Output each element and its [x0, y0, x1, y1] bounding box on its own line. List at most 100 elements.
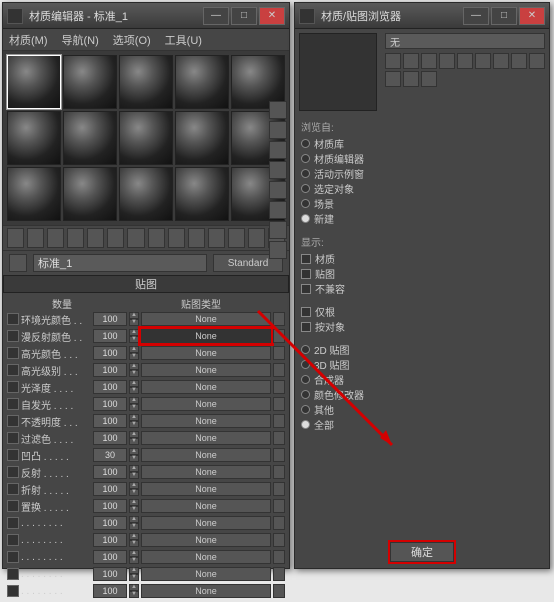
- map-amount-spinner[interactable]: 100: [93, 414, 127, 428]
- material-sample[interactable]: [119, 55, 173, 109]
- spin-down[interactable]: ▼: [129, 370, 139, 377]
- radio-option[interactable]: 活动示例窗: [301, 166, 375, 181]
- map-slot-button[interactable]: None: [141, 346, 271, 360]
- material-name-input[interactable]: [33, 254, 207, 272]
- map-enable-checkbox[interactable]: [7, 534, 19, 546]
- close-button[interactable]: ✕: [519, 7, 545, 25]
- map-enable-checkbox[interactable]: [7, 449, 19, 461]
- map-slot-button[interactable]: None: [141, 448, 271, 462]
- material-sample[interactable]: [119, 167, 173, 221]
- map-slot-button[interactable]: None: [141, 329, 271, 343]
- map-lock-icon[interactable]: [273, 346, 285, 360]
- none-selection[interactable]: 无: [385, 33, 545, 49]
- view-mode-icon[interactable]: [421, 53, 437, 69]
- spin-up[interactable]: ▲: [129, 499, 139, 506]
- map-lock-icon[interactable]: [273, 380, 285, 394]
- map-enable-checkbox[interactable]: [7, 551, 19, 563]
- map-amount-spinner[interactable]: 100: [93, 499, 127, 513]
- toolbar-button[interactable]: [127, 228, 144, 248]
- view-mode-icon[interactable]: [439, 53, 455, 69]
- map-lock-icon[interactable]: [273, 329, 285, 343]
- map-slot-button[interactable]: None: [141, 567, 271, 581]
- view-mode-icon[interactable]: [511, 53, 527, 69]
- spin-down[interactable]: ▼: [129, 404, 139, 411]
- map-slot-button[interactable]: None: [141, 482, 271, 496]
- spin-down[interactable]: ▼: [129, 591, 139, 598]
- toolbar-button[interactable]: [47, 228, 64, 248]
- titlebar[interactable]: 材质编辑器 - 标准_1 ― □ ✕: [3, 3, 289, 29]
- map-lock-icon[interactable]: [273, 499, 285, 513]
- spin-up[interactable]: ▲: [129, 448, 139, 455]
- close-button[interactable]: ✕: [259, 7, 285, 25]
- radio-option[interactable]: 选定对象: [301, 181, 375, 196]
- material-sample[interactable]: [7, 55, 61, 109]
- map-slot-button[interactable]: None: [141, 499, 271, 513]
- spin-up[interactable]: ▲: [129, 329, 139, 336]
- toolbar-button[interactable]: [228, 228, 245, 248]
- map-lock-icon[interactable]: [273, 414, 285, 428]
- toolbar-button[interactable]: [67, 228, 84, 248]
- titlebar[interactable]: 材质/贴图浏览器 ― □ ✕: [295, 3, 549, 29]
- map-amount-spinner[interactable]: 100: [93, 465, 127, 479]
- map-amount-spinner[interactable]: 100: [93, 431, 127, 445]
- maximize-button[interactable]: □: [491, 7, 517, 25]
- material-sample[interactable]: [63, 55, 117, 109]
- map-enable-checkbox[interactable]: [7, 432, 19, 444]
- map-amount-spinner[interactable]: 30: [93, 448, 127, 462]
- menu-item[interactable]: 材质(M): [9, 32, 48, 48]
- toolbar-button[interactable]: [168, 228, 185, 248]
- map-amount-spinner[interactable]: 100: [93, 397, 127, 411]
- spin-up[interactable]: ▲: [129, 312, 139, 319]
- map-slot-button[interactable]: None: [141, 312, 271, 326]
- check-option[interactable]: 材质: [301, 251, 375, 266]
- spin-up[interactable]: ▲: [129, 482, 139, 489]
- view-mode-icon[interactable]: [385, 53, 401, 69]
- map-enable-checkbox[interactable]: [7, 313, 19, 325]
- map-lock-icon[interactable]: [273, 431, 285, 445]
- toolbar-button[interactable]: [148, 228, 165, 248]
- spin-up[interactable]: ▲: [129, 516, 139, 523]
- map-lock-icon[interactable]: [273, 550, 285, 564]
- spin-down[interactable]: ▼: [129, 387, 139, 394]
- map-lock-icon[interactable]: [273, 363, 285, 377]
- map-slot-button[interactable]: None: [141, 397, 271, 411]
- map-lock-icon[interactable]: [273, 584, 285, 598]
- spin-down[interactable]: ▼: [129, 557, 139, 564]
- spin-up[interactable]: ▲: [129, 550, 139, 557]
- map-enable-checkbox[interactable]: [7, 585, 19, 597]
- toolbar-button[interactable]: [27, 228, 44, 248]
- spin-up[interactable]: ▲: [129, 380, 139, 387]
- minimize-button[interactable]: ―: [203, 7, 229, 25]
- spin-down[interactable]: ▼: [129, 574, 139, 581]
- spin-down[interactable]: ▼: [129, 489, 139, 496]
- radio-option[interactable]: 场景: [301, 196, 375, 211]
- spin-down[interactable]: ▼: [129, 421, 139, 428]
- map-amount-spinner[interactable]: 100: [93, 380, 127, 394]
- spin-up[interactable]: ▲: [129, 584, 139, 591]
- spin-down[interactable]: ▼: [129, 438, 139, 445]
- map-enable-checkbox[interactable]: [7, 500, 19, 512]
- map-amount-spinner[interactable]: 100: [93, 516, 127, 530]
- check-option[interactable]: 仅根: [301, 304, 375, 319]
- material-sample[interactable]: [175, 55, 229, 109]
- view-mode-icon[interactable]: [403, 71, 419, 87]
- toolbar-button[interactable]: [208, 228, 225, 248]
- spin-down[interactable]: ▼: [129, 523, 139, 530]
- map-enable-checkbox[interactable]: [7, 364, 19, 376]
- map-enable-checkbox[interactable]: [7, 398, 19, 410]
- check-option[interactable]: 按对象: [301, 319, 375, 334]
- radio-option[interactable]: 颜色修改器: [301, 387, 375, 402]
- side-tool-button[interactable]: [269, 241, 287, 259]
- map-amount-spinner[interactable]: 100: [93, 363, 127, 377]
- map-lock-icon[interactable]: [273, 482, 285, 496]
- side-tool-button[interactable]: [269, 221, 287, 239]
- radio-option[interactable]: 其他: [301, 402, 375, 417]
- map-lock-icon[interactable]: [273, 448, 285, 462]
- radio-option[interactable]: 材质库: [301, 136, 375, 151]
- material-sample[interactable]: [7, 167, 61, 221]
- map-enable-checkbox[interactable]: [7, 517, 19, 529]
- map-enable-checkbox[interactable]: [7, 347, 19, 359]
- map-slot-button[interactable]: None: [141, 431, 271, 445]
- side-tool-button[interactable]: [269, 121, 287, 139]
- material-sample[interactable]: [175, 167, 229, 221]
